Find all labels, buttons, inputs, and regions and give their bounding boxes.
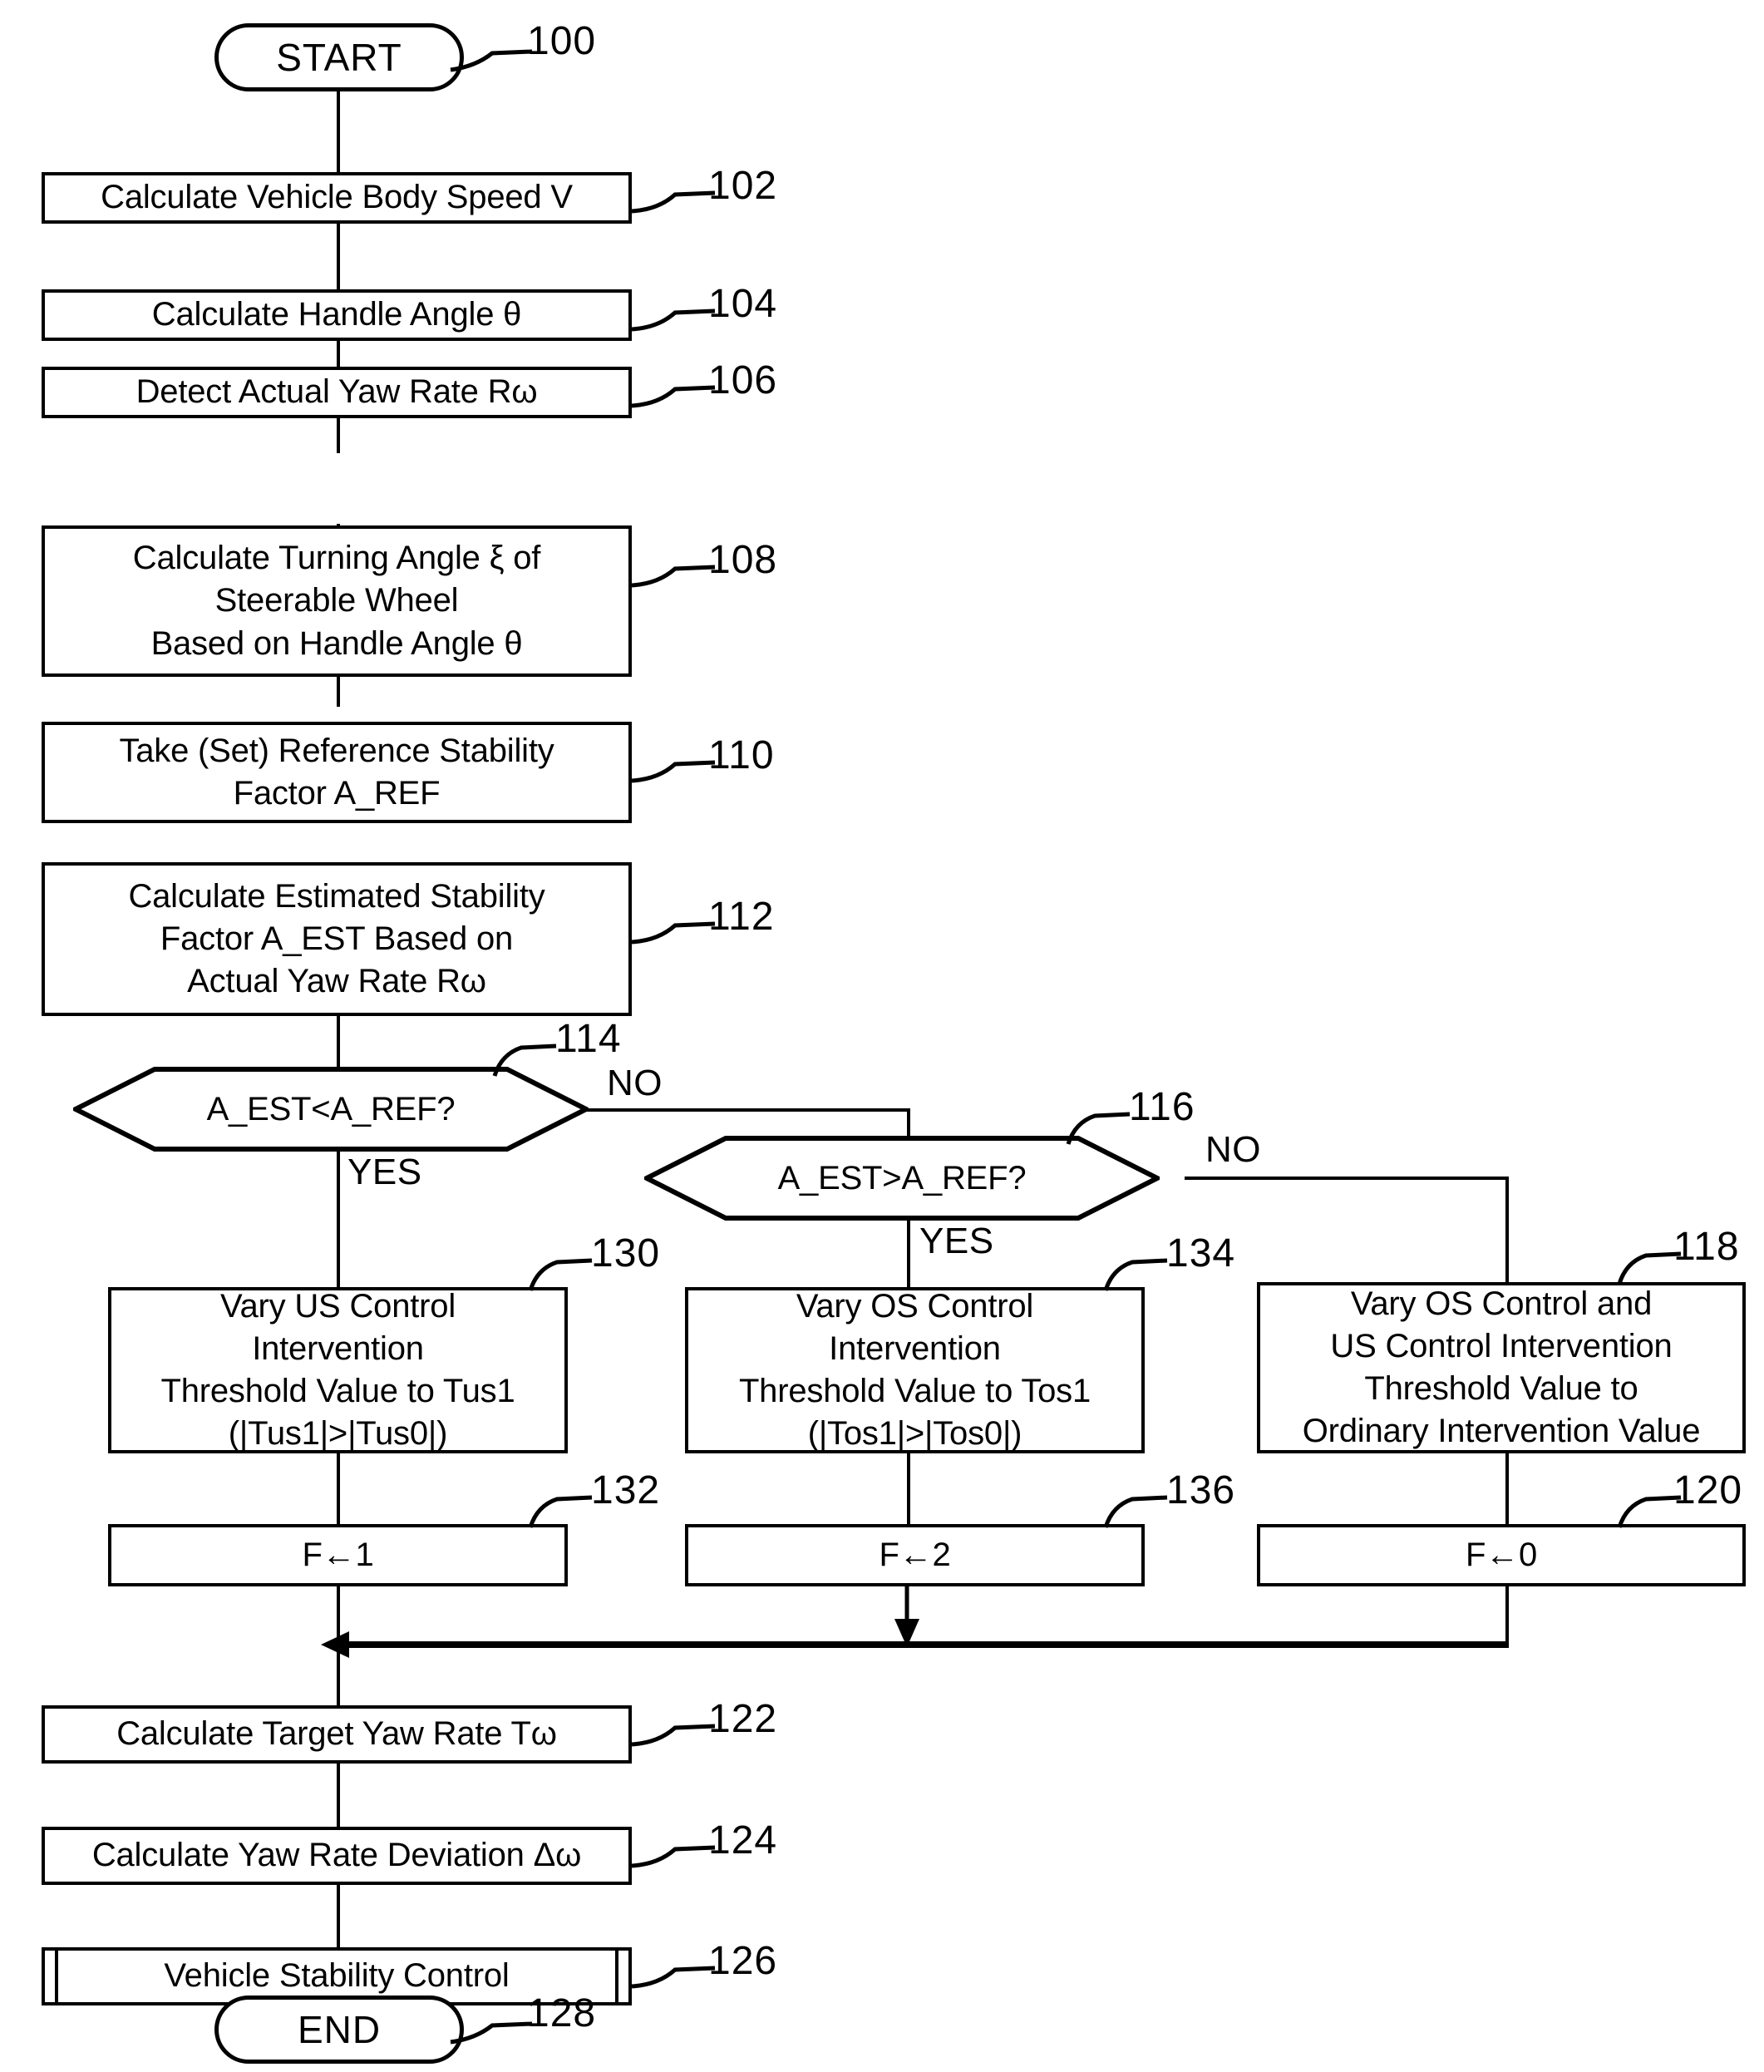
connector-114-130 <box>337 1139 340 1289</box>
step-132-box: F←1 <box>108 1524 568 1586</box>
branch-label-116-yes: YES <box>919 1221 994 1261</box>
leader-118 <box>1594 1247 1686 1287</box>
step-110-label: Take (Set) Reference Stability Factor A_… <box>119 732 554 812</box>
end-terminator: END <box>214 1996 464 2064</box>
ref-126: 126 <box>708 1939 778 1983</box>
connector-134-136 <box>907 1451 910 1526</box>
step-112-label: Calculate Estimated Stability Factor A_E… <box>128 877 545 1000</box>
step-102-label: Calculate Vehicle Body Speed V <box>101 179 573 216</box>
ref-108: 108 <box>708 538 778 582</box>
connector-114-no-horizontal <box>582 1108 910 1112</box>
connector-102-104 <box>337 220 340 291</box>
connector-116-134 <box>907 1210 910 1289</box>
start-label: START <box>276 36 402 79</box>
step-130-label: Vary US Control Intervention Threshold V… <box>160 1287 515 1453</box>
step-130-box: Vary US Control Intervention Threshold V… <box>108 1287 568 1453</box>
step-104-label: Calculate Handle Angle θ <box>151 296 522 333</box>
ref-106: 106 <box>708 358 778 402</box>
step-108-label: Calculate Turning Angle ξ of Steerable W… <box>132 540 541 662</box>
step-134-box: Vary OS Control Intervention Threshold V… <box>685 1287 1145 1453</box>
ref-136: 136 <box>1166 1468 1236 1512</box>
connector-116-no-vertical <box>1505 1177 1509 1285</box>
ref-132: 132 <box>591 1468 661 1512</box>
branch-label-114-yes: YES <box>347 1152 422 1192</box>
ref-104: 104 <box>708 282 778 326</box>
branch-label-116-no: NO <box>1205 1129 1261 1170</box>
step-132-label: F←1 <box>302 1536 374 1573</box>
step-112-box: Calculate Estimated Stability Factor A_E… <box>42 862 632 1016</box>
step-102-box: Calculate Vehicle Body Speed V <box>42 172 632 224</box>
decision-114-label: A_EST<A_REF? <box>206 1090 456 1127</box>
step-124-label: Calculate Yaw Rate Deviation Δω <box>91 1837 582 1874</box>
branch-label-114-no: NO <box>607 1063 663 1103</box>
start-terminator: START <box>214 23 464 91</box>
step-118-box: Vary OS Control and US Control Intervent… <box>1257 1282 1746 1453</box>
decision-114: A_EST<A_REF? <box>73 1067 589 1152</box>
ref-112: 112 <box>708 895 775 939</box>
step-136-box: F←2 <box>685 1524 1145 1586</box>
ref-118: 118 <box>1673 1225 1740 1269</box>
step-110-box: Take (Set) Reference Stability Factor A_… <box>42 722 632 823</box>
ref-134: 134 <box>1166 1231 1236 1275</box>
step-106-box: Detect Actual Yaw Rate Rω <box>42 367 632 418</box>
ref-122: 122 <box>708 1697 778 1741</box>
step-134-label: Vary OS Control Intervention Threshold V… <box>738 1287 1091 1453</box>
connector-130-132 <box>337 1451 340 1526</box>
step-106-label: Detect Actual Yaw Rate Rω <box>136 373 538 411</box>
step-122-box: Calculate Target Yaw Rate Tω <box>42 1705 632 1764</box>
step-136-label: F←2 <box>879 1536 951 1573</box>
step-120-label: F←0 <box>1465 1536 1538 1573</box>
connector-122-124 <box>337 1763 340 1829</box>
ref-124: 124 <box>708 1818 778 1862</box>
decision-116-label: A_EST>A_REF? <box>777 1159 1027 1196</box>
step-118-label: Vary OS Control and US Control Intervent… <box>1302 1285 1701 1450</box>
connector-124-126 <box>337 1883 340 1954</box>
step-104-box: Calculate Handle Angle θ <box>42 289 632 341</box>
ref-114: 114 <box>555 1017 622 1061</box>
step-122-label: Calculate Target Yaw Rate Tω <box>116 1715 557 1753</box>
ref-110: 110 <box>708 733 775 777</box>
step-108-box: Calculate Turning Angle ξ of Steerable W… <box>42 525 632 677</box>
ref-102: 102 <box>708 164 778 208</box>
decision-116: A_EST>A_REF? <box>644 1136 1160 1221</box>
ref-120: 120 <box>1673 1468 1743 1512</box>
step-120-box: F←0 <box>1257 1524 1746 1586</box>
step-126-label: Vehicle Stability Control <box>164 1957 510 1995</box>
ref-128: 128 <box>527 1991 597 2035</box>
connector-118-120 <box>1505 1451 1509 1526</box>
end-label: END <box>297 2008 382 2051</box>
connector-116-no-horizontal <box>1185 1177 1509 1180</box>
connector-136-merge-arrow <box>889 1576 930 1650</box>
flowchart-canvas: START Calculate Vehicle Body Speed V Cal… <box>0 0 1764 2072</box>
connector-100-102 <box>337 91 340 175</box>
step-124-box: Calculate Yaw Rate Deviation Δω <box>42 1827 632 1885</box>
ref-130: 130 <box>591 1231 661 1275</box>
ref-100: 100 <box>527 19 597 63</box>
ref-116: 116 <box>1129 1085 1195 1129</box>
